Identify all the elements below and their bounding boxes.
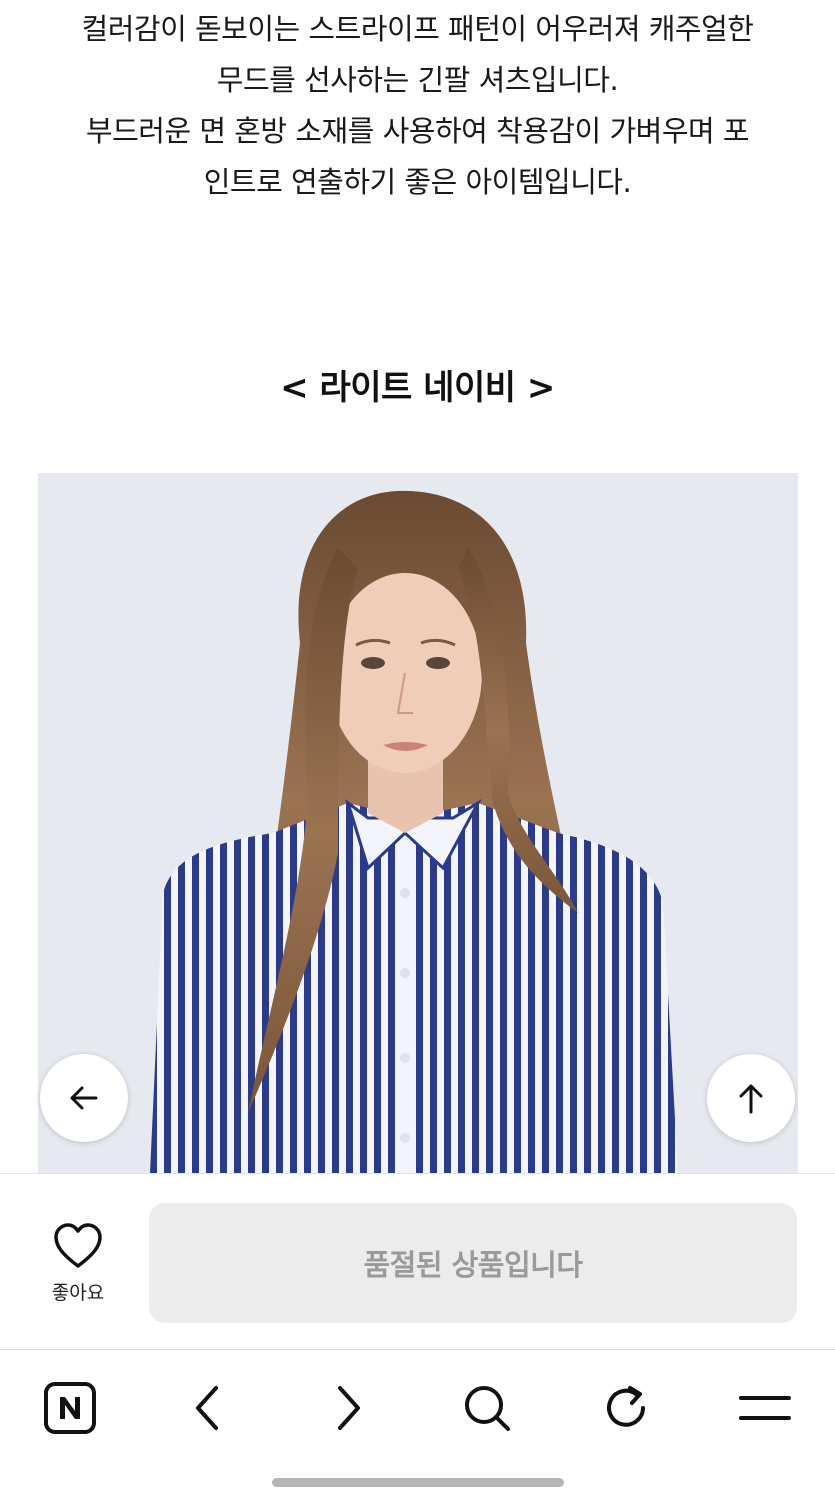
browser-search-button[interactable] [457, 1378, 517, 1438]
browser-menu-button[interactable] [735, 1378, 795, 1438]
like-label: 좋아요 [51, 1282, 105, 1304]
heart-icon [54, 1223, 102, 1268]
description-line: 무드를 선사하는 긴팔 셔츠입니다. [216, 63, 619, 97]
browser-back-button[interactable] [178, 1378, 238, 1438]
menu-icon [739, 1396, 791, 1420]
description-line: 컬러감이 돋보이는 스트라이프 패턴이 어우러져 캐주얼한 [81, 12, 754, 46]
browser-refresh-button[interactable] [596, 1378, 656, 1438]
purchase-action-bar: 좋아요 품절된 상품입니다 [0, 1173, 835, 1350]
naver-home-icon [44, 1382, 96, 1434]
refresh-icon [607, 1386, 645, 1427]
image-prev-button[interactable] [40, 1054, 128, 1142]
browser-forward-button[interactable] [318, 1378, 378, 1438]
soldout-button[interactable]: 품절된 상품입니다 [149, 1203, 797, 1323]
product-description: 컬러감이 돋보이는 스트라이프 패턴이 어우러져 캐주얼한 무드를 선사하는 긴… [30, 4, 805, 208]
arrow-left-icon [70, 1086, 98, 1110]
description-line: 인트로 연출하기 좋은 아이템입니다. [203, 165, 632, 199]
forward-chevron-icon [338, 1386, 360, 1430]
arrow-up-icon [739, 1084, 763, 1114]
naver-home-button[interactable] [40, 1378, 100, 1438]
scroll-top-button[interactable] [707, 1054, 795, 1142]
description-line: 부드러운 면 혼방 소재를 사용하여 착용감이 가벼우며 포 [85, 114, 750, 148]
like-button[interactable]: 좋아요 [30, 1222, 126, 1305]
color-variant-title: < 라이트 네이비 > [280, 368, 555, 408]
product-detail-page: 컬러감이 돋보이는 스트라이프 패턴이 어우러져 캐주얼한 무드를 선사하는 긴… [0, 0, 835, 1500]
home-indicator[interactable] [272, 1478, 564, 1487]
back-chevron-icon [196, 1386, 218, 1430]
browser-toolbar [0, 1349, 835, 1500]
search-icon [465, 1386, 510, 1431]
product-photo [38, 473, 798, 1173]
